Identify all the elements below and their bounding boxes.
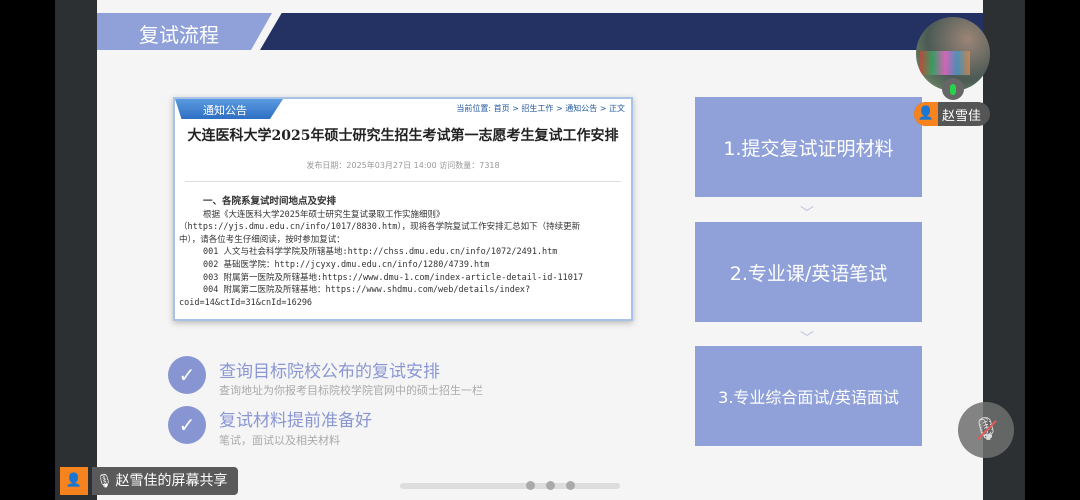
link-line: 004 附属第二医院及所辖基地：https://www.shdmu.com/we… xyxy=(203,285,531,296)
mic-active-icon xyxy=(942,78,964,100)
slide-title: 复试流程 xyxy=(139,23,219,47)
check-icon: ✓ xyxy=(168,406,206,444)
share-label-box: 🎙 赵雪佳的屏幕共享 xyxy=(92,467,238,495)
body-line: （https://yjs.dmu.edu.cn/info/1017/8830.h… xyxy=(179,222,581,233)
point-subtitle: 查询地址为你报考目标院校学院官网中的硕士招生一栏 xyxy=(219,384,483,397)
body-line: 中），请各位考生仔细阅读，按时参加复试： xyxy=(179,234,345,245)
check-icon: ✓ xyxy=(168,356,206,394)
slide-scrollbar[interactable] xyxy=(400,483,620,489)
link-line: 002 基础医学院：http://jcyxy.dmu.edu.cn/info/1… xyxy=(203,259,490,270)
point-title: 复试材料提前准备好 xyxy=(219,411,372,431)
page-dot[interactable] xyxy=(526,481,535,490)
mic-muted-button[interactable]: 🎙 xyxy=(958,402,1014,458)
step-box: 2.专业课/英语笔试 xyxy=(695,222,922,322)
body-line: 根据《大连医科大学2025年硕士研究生复试录取工作实施细则》 xyxy=(203,209,445,220)
step-box: 1.提交复试证明材料 xyxy=(695,97,922,197)
person-icon: 👤 xyxy=(914,102,938,126)
divider xyxy=(185,181,621,182)
share-label: 赵雪佳的屏幕共享 xyxy=(115,473,228,489)
video-content xyxy=(920,51,970,75)
screen-share-label: 👤 🎙 赵雪佳的屏幕共享 xyxy=(60,467,238,495)
link-line: coid=14&ctId=31&cnId=16296 xyxy=(179,297,313,308)
page-dot[interactable] xyxy=(546,481,555,490)
link-line: 001 人文与社会科学学院及所辖基地:http://chss.dmu.edu.c… xyxy=(203,247,558,258)
left-bar xyxy=(55,0,97,500)
link-line: 003 附属第一医院及所辖基地:https://www.dmu-1.com/in… xyxy=(203,272,584,283)
breadcrumb: 当前位置: 首页 > 招生工作 > 通知公告 > 正文 xyxy=(456,104,625,113)
notice-screenshot: 通知公告 当前位置: 首页 > 招生工作 > 通知公告 > 正文 大连医科大学2… xyxy=(173,97,633,321)
notice-meta: 发布日期：2025年03月27日 14:00 访问数量：7318 xyxy=(306,161,500,170)
mic-icon: 🎙 xyxy=(96,474,113,489)
participant-name-chip: 👤 赵雪佳 xyxy=(914,102,990,126)
point-title: 查询目标院校公布的复试安排 xyxy=(219,362,440,382)
notice-body: 一、各院系复试时间地点及安排 根据《大连医科大学2025年硕士研究生复试录取工作… xyxy=(179,196,624,309)
page-dot[interactable] xyxy=(566,481,575,490)
notice-title: 大连医科大学2025年硕士研究生招生考试第一志愿考生复试工作安排 xyxy=(187,128,619,144)
step-box: 3.专业综合面试/英语面试 xyxy=(695,346,922,446)
notice-tab: 通知公告 xyxy=(175,99,283,119)
chevron-down-icon: ﹀ xyxy=(800,206,814,222)
section-heading: 一、各院系复试时间地点及安排 xyxy=(203,196,337,207)
chevron-down-icon: ﹀ xyxy=(800,331,814,347)
person-icon: 👤 xyxy=(60,467,88,495)
participant-name: 赵雪佳 xyxy=(942,108,982,124)
shared-slide: 复试流程 通知公告 当前位置: 首页 > 招生工作 > 通知公告 > 正文 大连… xyxy=(97,0,983,500)
header-bar xyxy=(260,13,983,50)
point-subtitle: 笔试，面试以及相关材料 xyxy=(219,434,340,447)
